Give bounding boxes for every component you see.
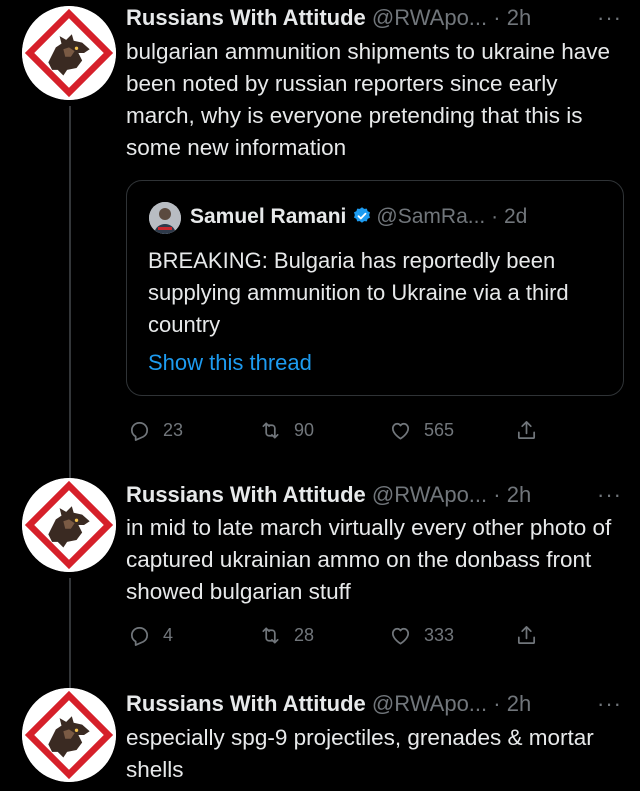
tweet-text: in mid to late march virtually every oth… (126, 515, 612, 604)
author-name[interactable]: Russians With Attitude (126, 691, 366, 716)
author-name[interactable]: Russians With Attitude (126, 5, 366, 30)
timestamp[interactable]: 2h (507, 482, 531, 507)
author-handle[interactable]: @RWApo... (372, 5, 487, 30)
timestamp[interactable]: 2h (507, 5, 531, 30)
quoted-header: Samuel Ramani @SamRa... · 2d (190, 203, 527, 231)
timestamp[interactable]: 2h (507, 691, 531, 716)
share-icon (515, 419, 538, 442)
author-handle[interactable]: @RWApo... (372, 691, 487, 716)
share-icon (515, 624, 538, 647)
quoted-timestamp[interactable]: 2d (504, 205, 527, 228)
retweet-button[interactable]: 90 (259, 414, 314, 446)
avatar[interactable] (22, 6, 116, 100)
verified-badge-icon (354, 207, 371, 223)
quoted-author-name[interactable]: Samuel Ramani (190, 205, 346, 228)
more-options-icon[interactable]: ··· (597, 4, 622, 32)
heart-icon (389, 419, 412, 442)
reply-count: 4 (163, 625, 174, 645)
author-handle[interactable]: @RWApo... (372, 482, 487, 507)
quoted-author-handle[interactable]: @SamRa... (376, 205, 485, 228)
like-button[interactable]: 565 (389, 414, 454, 446)
tweet-header: Russians With Attitude @RWApo... · 2h (126, 481, 531, 509)
reply-button[interactable]: 4 (128, 619, 173, 651)
separator-dot: · (493, 691, 501, 716)
avatar[interactable] (22, 688, 116, 782)
quoted-avatar[interactable] (149, 202, 181, 234)
tweet-actions: 23 90 565 (126, 414, 546, 446)
show-thread-link[interactable]: Show this thread (148, 347, 312, 379)
share-button[interactable] (515, 619, 550, 651)
author-name[interactable]: Russians With Attitude (126, 482, 366, 507)
rwa-logo-icon (22, 478, 116, 572)
like-count: 333 (424, 625, 455, 645)
like-count: 565 (424, 420, 455, 440)
reply-button[interactable]: 23 (128, 414, 183, 446)
tweet-text: bulgarian ammunition shipments to ukrain… (126, 39, 611, 160)
like-button[interactable]: 333 (389, 619, 454, 651)
reply-count: 23 (163, 420, 184, 440)
avatar[interactable] (22, 478, 116, 572)
rwa-logo-icon (22, 688, 116, 782)
reply-icon (128, 419, 151, 442)
retweet-count: 90 (294, 420, 315, 440)
separator-dot: · (493, 5, 501, 30)
quoted-tweet[interactable]: Samuel Ramani @SamRa... · 2d BREAKING: B… (126, 180, 624, 396)
rwa-logo-icon (22, 6, 116, 100)
tweet-header: Russians With Attitude @RWApo... · 2h (126, 690, 531, 718)
retweet-button[interactable]: 28 (259, 619, 314, 651)
heart-icon (389, 624, 412, 647)
retweet-icon (259, 419, 282, 442)
thread-line (69, 106, 71, 478)
separator-dot: · (491, 205, 499, 228)
tweet-text: especially spg-9 projectiles, grenades &… (126, 725, 594, 782)
more-options-icon[interactable]: ··· (597, 690, 622, 718)
more-options-icon[interactable]: ··· (597, 481, 622, 509)
person-avatar-icon (149, 202, 181, 234)
reply-icon (128, 624, 151, 647)
tweet-header: Russians With Attitude @RWApo... · 2h (126, 4, 531, 32)
retweet-count: 28 (294, 625, 315, 645)
quoted-tweet-text: BREAKING: Bulgaria has reportedly been s… (148, 248, 569, 337)
thread-line (69, 578, 71, 688)
tweet-actions: 4 28 333 (126, 619, 546, 651)
share-button[interactable] (515, 414, 550, 446)
retweet-icon (259, 624, 282, 647)
separator-dot: · (493, 482, 501, 507)
